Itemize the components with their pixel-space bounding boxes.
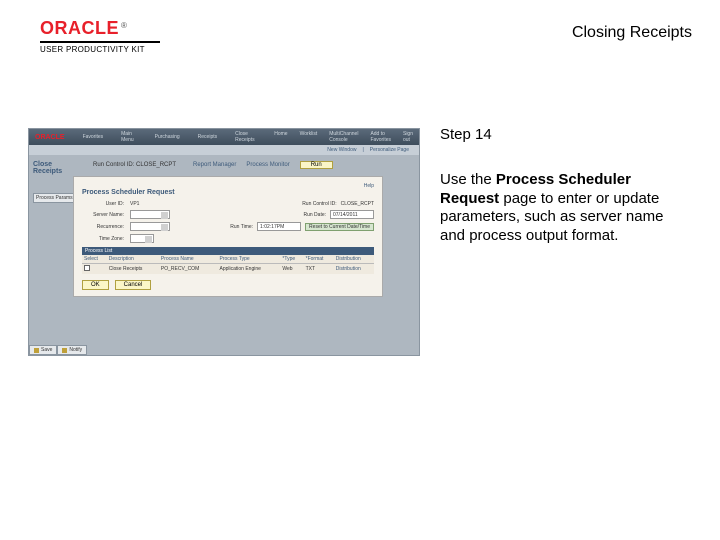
process-list: Process List Select Description Process …: [82, 247, 374, 274]
page-title: Closing Receipts: [572, 24, 692, 42]
run-control-id-value: CLOSE_RCPT: [341, 201, 374, 207]
brand-subline: USER PRODUCTIVITY KIT: [40, 45, 160, 54]
nav-item[interactable]: Main Menu: [121, 131, 137, 143]
run-button[interactable]: Run: [300, 161, 333, 169]
process-params-tab[interactable]: Process Params: [33, 193, 76, 203]
nav-link[interactable]: Sign out: [403, 131, 413, 143]
main-panel: Run Control ID: CLOSE_RCPT Report Manage…: [85, 155, 419, 355]
cell-process-name: PO_RECV_COM: [159, 264, 218, 275]
embedded-screenshot: ORACLE Favorites Main Menu Purchasing Re…: [28, 128, 420, 356]
page-heading: Close Receipts: [33, 161, 81, 175]
brand-text: ORACLE: [40, 18, 119, 38]
trademark-icon: ®: [121, 21, 127, 30]
user-id-value: VP1: [130, 201, 139, 207]
recurrence-select[interactable]: [130, 222, 170, 231]
server-name-select[interactable]: [130, 210, 170, 219]
run-date-input[interactable]: 07/14/2011: [330, 210, 374, 219]
report-manager-link[interactable]: Report Manager: [193, 162, 236, 168]
nav-link[interactable]: MultiChannel Console: [329, 131, 358, 143]
distribution-link[interactable]: Distribution: [336, 266, 361, 272]
process-list-header: Process List: [82, 247, 374, 255]
nav-item[interactable]: Receipts: [198, 134, 217, 140]
recurrence-label: Recurrence:: [82, 224, 124, 230]
nav-item[interactable]: Close Receipts: [235, 131, 256, 143]
type-select[interactable]: Web: [282, 266, 292, 272]
user-id-label: User ID:: [82, 201, 124, 207]
run-time-input[interactable]: 1:02:17PM: [257, 222, 301, 231]
app-brand: ORACLE: [35, 134, 65, 141]
process-monitor-link[interactable]: Process Monitor: [246, 162, 289, 168]
instruction-text: Use the Process Scheduler Request page t…: [440, 171, 692, 246]
run-time-label: Run Time:: [230, 224, 253, 230]
time-zone-label: Time Zone:: [82, 236, 124, 242]
cell-process-type: Application Engine: [218, 264, 281, 275]
help-link[interactable]: Help: [364, 183, 374, 189]
nav-link[interactable]: Worklist: [300, 131, 318, 143]
format-select[interactable]: TXT: [306, 266, 315, 272]
cancel-button[interactable]: Cancel: [115, 280, 152, 290]
app-subnav: New Window | Personalize Page: [29, 145, 419, 155]
process-scheduler-modal: Help Process Scheduler Request User ID: …: [73, 176, 383, 297]
oracle-logo-block: ORACLE® USER PRODUCTIVITY KIT: [40, 18, 160, 54]
cell-description: Close Receipts: [107, 264, 159, 275]
new-window-link[interactable]: New Window: [327, 147, 356, 153]
header: ORACLE® USER PRODUCTIVITY KIT Closing Re…: [40, 18, 692, 62]
personalize-link[interactable]: Personalize Page: [370, 147, 409, 153]
run-date-label: Run Date:: [303, 212, 326, 218]
divider: [40, 41, 160, 43]
save-icon: [34, 348, 39, 353]
select-checkbox[interactable]: [84, 265, 90, 271]
notify-button[interactable]: Notify: [57, 345, 87, 355]
ok-button[interactable]: OK: [82, 280, 109, 290]
modal-title: Process Scheduler Request: [82, 189, 374, 196]
save-button[interactable]: Save: [29, 345, 57, 355]
time-zone-select[interactable]: [130, 234, 154, 243]
page-action-bar: Save Notify: [29, 345, 87, 355]
nav-item[interactable]: Favorites: [83, 134, 104, 140]
app-nav-bar: ORACLE Favorites Main Menu Purchasing Re…: [29, 129, 419, 145]
notify-icon: [62, 348, 67, 353]
instructions-panel: Step 14 Use the Process Scheduler Reques…: [440, 126, 692, 246]
table-header-row: Select Description Process Name Process …: [82, 255, 374, 264]
run-control-label: Run Control ID: CLOSE_RCPT: [93, 162, 183, 168]
server-name-label: Server Name:: [82, 212, 124, 218]
step-label: Step 14: [440, 126, 692, 145]
nav-item[interactable]: Purchasing: [155, 134, 180, 140]
reset-datetime-button[interactable]: Reset to Current Date/Time: [305, 223, 374, 231]
nav-link[interactable]: Home: [274, 131, 287, 143]
run-control-id-label: Run Control ID:: [302, 201, 336, 207]
table-row: Close Receipts PO_RECV_COM Application E…: [82, 264, 374, 275]
nav-link[interactable]: Add to Favorites: [370, 131, 391, 143]
